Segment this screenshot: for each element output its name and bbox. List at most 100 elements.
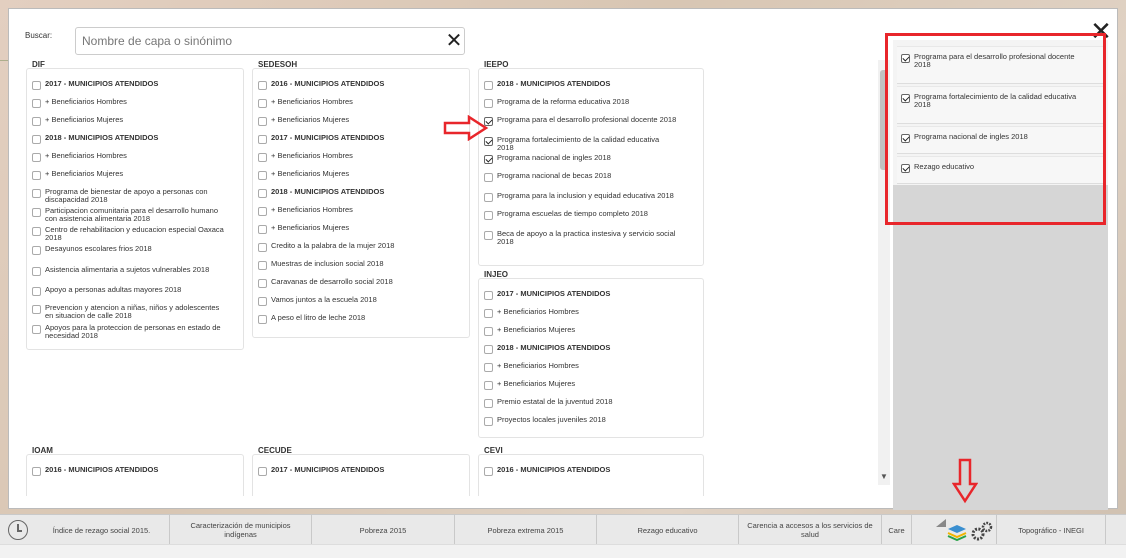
scroll-down-icon[interactable]: ▼ xyxy=(880,472,888,481)
layer-checkbox[interactable] xyxy=(32,227,41,236)
layer-checkbox[interactable] xyxy=(484,417,493,426)
layer-item[interactable]: A peso el litro de leche 2018 xyxy=(258,314,451,324)
layer-checkbox[interactable] xyxy=(484,81,493,90)
horizontal-scrollbar[interactable] xyxy=(0,544,1126,558)
layer-item[interactable]: + Beneficiarios Mujeres xyxy=(258,170,451,180)
layer-item[interactable]: Programa para la inclusion y equidad edu… xyxy=(484,192,677,202)
layer-checkbox[interactable] xyxy=(32,305,41,314)
layer-item[interactable]: Premio estatal de la juventud 2018 xyxy=(484,398,677,408)
layer-item[interactable]: 2018 - MUNICIPIOS ATENDIDOS xyxy=(484,80,677,90)
layer-checkbox[interactable] xyxy=(32,135,41,144)
tab-pobreza[interactable]: Pobreza 2015 xyxy=(312,515,455,545)
layer-item[interactable]: Vamos juntos a la escuela 2018 xyxy=(258,296,451,306)
layer-item[interactable]: Credito a la palabra de la mujer 2018 xyxy=(258,242,451,252)
layer-item[interactable]: Programa nacional de ingles 2018 xyxy=(484,154,677,164)
layer-item[interactable]: + Beneficiarios Hombres xyxy=(258,206,451,216)
layer-item[interactable]: + Beneficiarios Mujeres xyxy=(484,326,677,336)
layer-checkbox[interactable] xyxy=(484,381,493,390)
layer-checkbox[interactable] xyxy=(32,467,41,476)
layer-checkbox[interactable] xyxy=(258,189,267,198)
layer-checkbox[interactable] xyxy=(32,189,41,198)
layer-item[interactable]: + Beneficiarios Hombres xyxy=(258,152,451,162)
layer-checkbox[interactable] xyxy=(258,207,267,216)
layer-item[interactable]: Muestras de inclusion social 2018 xyxy=(258,260,451,270)
layer-item[interactable]: 2017 - MUNICIPIOS ATENDIDOS xyxy=(484,290,677,300)
layer-item[interactable]: + Beneficiarios Mujeres xyxy=(32,116,225,126)
close-icon[interactable]: ✕ xyxy=(444,30,464,52)
layer-item[interactable]: + Beneficiarios Mujeres xyxy=(258,116,451,126)
layer-checkbox[interactable] xyxy=(32,153,41,162)
layer-checkbox[interactable] xyxy=(484,399,493,408)
layer-checkbox[interactable] xyxy=(484,363,493,372)
layer-item[interactable]: + Beneficiarios Mujeres xyxy=(258,224,451,234)
layer-item[interactable]: Programa de la reforma educativa 2018 xyxy=(484,98,677,108)
layer-checkbox[interactable] xyxy=(258,261,267,270)
layer-item[interactable]: 2016 - MUNICIPIOS ATENDIDOS xyxy=(258,80,451,90)
layer-checkbox[interactable] xyxy=(32,287,41,296)
layer-item[interactable]: 2017 - MUNICIPIOS ATENDIDOS xyxy=(258,134,451,144)
layer-item[interactable]: + Beneficiarios Mujeres xyxy=(32,170,225,180)
tab-caracterizacion-municipios[interactable]: Caracterización de municipios indígenas xyxy=(170,515,312,545)
layer-checkbox[interactable] xyxy=(32,325,41,334)
layer-item[interactable]: 2016 - MUNICIPIOS ATENDIDOS xyxy=(484,466,677,476)
layer-checkbox[interactable] xyxy=(258,315,267,324)
layer-item[interactable]: Programa fortalecimiento de la calidad e… xyxy=(484,136,677,152)
layer-checkbox[interactable] xyxy=(32,81,41,90)
layer-item[interactable]: Caravanas de desarrollo social 2018 xyxy=(258,278,451,288)
tab-rezago-educativo[interactable]: Rezago educativo xyxy=(597,515,739,545)
search-input[interactable] xyxy=(82,32,422,50)
layer-checkbox[interactable] xyxy=(258,135,267,144)
layers-icon[interactable] xyxy=(946,523,968,541)
layer-item[interactable]: Desayunos escolares frios 2018 xyxy=(32,245,225,255)
layer-checkbox[interactable] xyxy=(32,267,41,276)
layer-item[interactable]: Centro de rehabilitacion y educacion esp… xyxy=(32,226,225,242)
resize-corner-icon[interactable] xyxy=(936,519,946,527)
layer-checkbox[interactable] xyxy=(484,193,493,202)
layer-checkbox[interactable] xyxy=(32,117,41,126)
layer-item[interactable]: 2018 - MUNICIPIOS ATENDIDOS xyxy=(32,134,225,144)
tab-care[interactable]: Care xyxy=(882,515,912,545)
layer-item[interactable]: Programa nacional de becas 2018 xyxy=(484,172,677,182)
layer-checkbox[interactable] xyxy=(258,99,267,108)
layer-checkbox[interactable] xyxy=(258,81,267,90)
layer-checkbox[interactable] xyxy=(258,279,267,288)
layer-checkbox[interactable] xyxy=(258,243,267,252)
layer-item[interactable]: 2018 - MUNICIPIOS ATENDIDOS xyxy=(484,344,677,354)
layer-checkbox[interactable] xyxy=(484,211,493,220)
layer-checkbox[interactable] xyxy=(258,225,267,234)
layer-item[interactable]: Asistencia alimentaria a sujetos vulnera… xyxy=(32,266,225,276)
layer-item[interactable]: Programa de bienestar de apoyo a persona… xyxy=(32,188,225,204)
layer-checkbox[interactable] xyxy=(484,291,493,300)
layer-checkbox[interactable] xyxy=(32,208,41,217)
layer-checkbox[interactable] xyxy=(484,155,493,164)
layer-item[interactable]: Participacion comunitaria para el desarr… xyxy=(32,207,225,223)
layer-item[interactable]: + Beneficiarios Hombres xyxy=(32,98,225,108)
layer-item[interactable]: Proyectos locales juveniles 2018 xyxy=(484,416,677,426)
layer-item[interactable]: 2016 - MUNICIPIOS ATENDIDOS xyxy=(32,466,225,476)
tab-carencia-salud[interactable]: Carencia a accesos a los servicios de sa… xyxy=(739,515,882,545)
basemap-selector[interactable]: Topográfico - INEGI xyxy=(996,515,1106,545)
tab-pobreza-extrema[interactable]: Pobreza extrema 2015 xyxy=(455,515,597,545)
layer-item[interactable]: Beca de apoyo a la practica instesiva y … xyxy=(484,230,677,246)
tab-indice-rezago-social[interactable]: Índice de rezago social 2015. xyxy=(34,515,170,545)
layer-checkbox[interactable] xyxy=(32,99,41,108)
layer-item[interactable]: Apoyos para la proteccion de personas en… xyxy=(32,324,225,340)
layer-checkbox[interactable] xyxy=(484,327,493,336)
layer-item[interactable]: 2017 - MUNICIPIOS ATENDIDOS xyxy=(32,80,225,90)
layer-checkbox[interactable] xyxy=(484,345,493,354)
layer-item[interactable]: 2018 - MUNICIPIOS ATENDIDOS xyxy=(258,188,451,198)
layer-checkbox[interactable] xyxy=(32,171,41,180)
layer-item[interactable]: Prevencion y atencion a niñas, niños y a… xyxy=(32,304,225,320)
layer-item[interactable]: Programa escuelas de tiempo completo 201… xyxy=(484,210,677,220)
layer-item[interactable]: + Beneficiarios Hombres xyxy=(32,152,225,162)
layer-item[interactable]: + Beneficiarios Hombres xyxy=(258,98,451,108)
layer-checkbox[interactable] xyxy=(258,297,267,306)
layer-checkbox[interactable] xyxy=(484,99,493,108)
layer-item[interactable]: Programa para el desarrollo profesional … xyxy=(484,116,677,126)
layer-item[interactable]: + Beneficiarios Hombres xyxy=(484,308,677,318)
layer-item[interactable]: + Beneficiarios Mujeres xyxy=(484,380,677,390)
layer-item[interactable]: Apoyo a personas adultas mayores 2018 xyxy=(32,286,225,296)
layer-checkbox[interactable] xyxy=(484,467,493,476)
layer-checkbox[interactable] xyxy=(32,246,41,255)
layer-checkbox[interactable] xyxy=(484,231,493,240)
